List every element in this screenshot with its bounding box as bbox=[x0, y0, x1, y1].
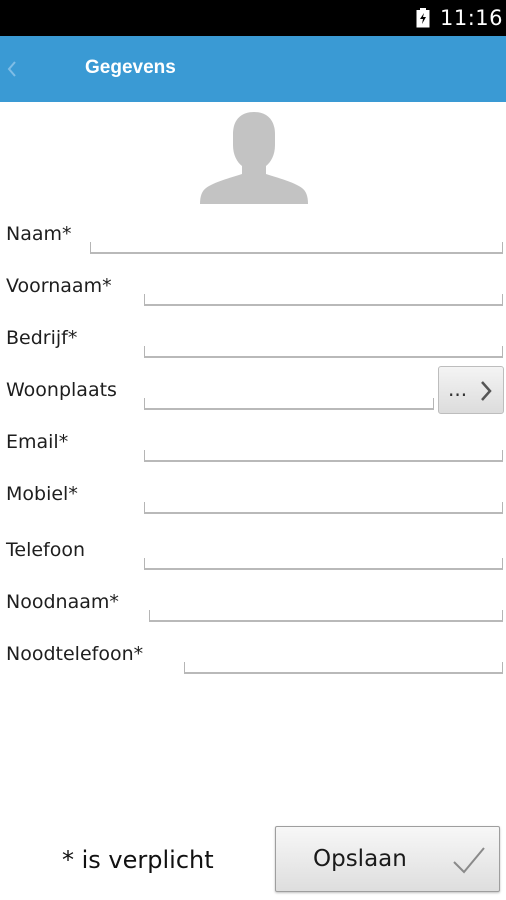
field-label-bedrijf: Bedrijf* bbox=[6, 327, 78, 349]
noodtelefoon-field[interactable] bbox=[184, 662, 503, 674]
save-button[interactable]: Opslaan bbox=[275, 826, 500, 892]
status-clock: 11:16 bbox=[440, 6, 504, 30]
picker-dots-label: ... bbox=[448, 377, 468, 401]
save-button-label: Opslaan bbox=[313, 846, 407, 872]
voornaam-field[interactable] bbox=[144, 294, 503, 306]
field-label-woonplaats: Woonplaats bbox=[6, 379, 117, 401]
field-label-mobiel: Mobiel* bbox=[6, 483, 78, 505]
field-label-voornaam: Voornaam* bbox=[6, 275, 112, 297]
required-note: * is verplicht bbox=[62, 846, 214, 874]
field-label-noodnaam: Noodnaam* bbox=[6, 591, 119, 613]
chevron-right-icon bbox=[481, 381, 492, 401]
naam-field[interactable] bbox=[90, 242, 503, 254]
action-bar: Gegevens bbox=[0, 36, 506, 102]
bedrijf-field[interactable] bbox=[144, 346, 503, 358]
noodnaam-field[interactable] bbox=[149, 610, 503, 622]
checkmark-icon bbox=[453, 847, 485, 874]
field-label-telefoon: Telefoon bbox=[6, 539, 86, 561]
status-bar: 11:16 bbox=[0, 0, 506, 36]
field-label-email: Email* bbox=[6, 431, 69, 453]
back-chevron-icon[interactable] bbox=[6, 58, 18, 80]
person-silhouette-icon bbox=[200, 112, 308, 204]
telefoon-field[interactable] bbox=[144, 558, 503, 570]
field-label-noodtelefoon: Noodtelefoon* bbox=[6, 643, 144, 665]
woonplaats-picker-button[interactable]: ... bbox=[438, 366, 504, 414]
mobiel-field[interactable] bbox=[144, 502, 503, 514]
email-field[interactable] bbox=[144, 450, 503, 462]
field-label-naam: Naam* bbox=[6, 223, 72, 245]
woonplaats-field[interactable] bbox=[144, 398, 434, 410]
battery-charging-icon bbox=[416, 8, 430, 28]
page-title: Gegevens bbox=[85, 57, 176, 78]
